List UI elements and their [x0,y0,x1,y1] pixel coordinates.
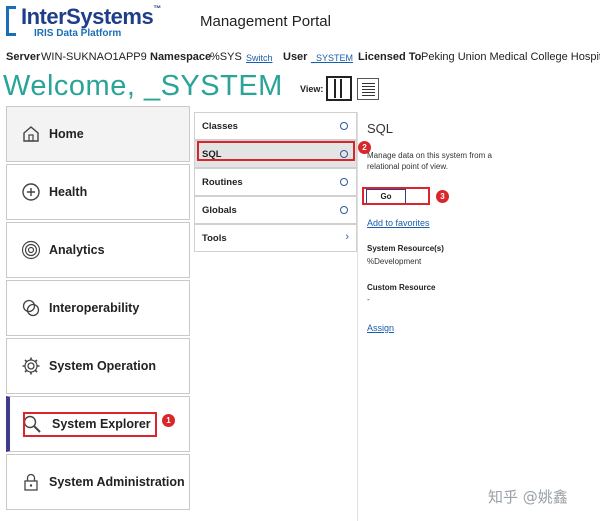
nav-label: System Administration [49,475,185,489]
namespace-label: Namespace [150,51,212,63]
nav-item-system-operation[interactable]: System Operation [6,338,190,394]
licensed-label: Licensed To [358,51,422,63]
system-resource-heading: System Resource(s) [367,244,444,253]
logo-name: InterSystems™ [21,4,161,29]
submenu-item-classes[interactable]: Classes [194,112,357,140]
detail-pane: SQL Manage data on this system from a re… [357,112,600,521]
main-nav: Home Health Analytics Interoperability S… [6,106,190,521]
annotation-badge-3: 3 [436,190,449,203]
watermark: 知乎 @姚鑫 [488,488,568,506]
custom-resource-value: - [367,295,370,304]
nav-label: Analytics [49,243,105,257]
detail-description: Manage data on this system from a relati… [367,151,492,171]
intersystems-logo[interactable]: InterSystems™ IRIS Data Platform [6,4,166,42]
annotation-box-sql [197,141,355,161]
lock-icon [24,473,38,491]
user-label: User [283,51,308,63]
submenu-item-tools[interactable]: Tools › [194,224,357,252]
detail-title: SQL [367,121,394,136]
user-link[interactable]: _SYSTEM [311,53,353,63]
nav-item-system-administration[interactable]: System Administration [6,454,190,510]
submenu-item-routines[interactable]: Routines [194,168,357,196]
custom-resource-heading: Custom Resource [367,283,436,292]
circle-icon [340,178,348,186]
nav-label: System Operation [49,359,156,373]
view-label: View: [300,84,324,94]
chevron-right-icon: › [345,231,349,243]
nav-label: Health [49,185,88,199]
submenu-item-globals[interactable]: Globals [194,196,357,224]
annotation-box-system-explorer [23,412,157,437]
nav-item-analytics[interactable]: Analytics [6,222,190,278]
nav-item-interoperability[interactable]: Interoperability [6,280,190,336]
circle-icon [340,206,348,214]
analytics-icon [21,240,41,260]
gear-icon [22,357,40,375]
add-to-favorites-link[interactable]: Add to favorites [367,218,430,228]
logo-product: IRIS Data Platform [34,28,122,39]
interoperability-icon [22,299,40,317]
submenu-label: Globals [202,205,237,216]
circle-icon [340,122,348,130]
licensed-value: Peking Union Medical College Hospital [421,51,600,63]
namespace-value: %SYS [210,51,242,63]
server-label: Server [6,51,41,63]
info-bar: Server WIN-SUKNAO1APP9 Namespace %SYS Sw… [0,46,600,68]
portal-title: Management Portal [200,13,331,30]
submenu-label: Routines [202,177,243,188]
annotation-badge-1: 1 [162,414,175,427]
assign-link[interactable]: Assign [367,323,394,333]
logo-bracket-icon [6,6,16,36]
nav-item-health[interactable]: Health [6,164,190,220]
annotation-badge-2: 2 [358,141,371,154]
home-icon [23,126,39,142]
list-view-icon[interactable] [357,78,379,100]
nav-label: Home [49,127,84,141]
nav-item-home[interactable]: Home [6,106,190,162]
switch-namespace-link[interactable]: Switch [246,53,273,63]
nav-label: Interoperability [49,301,140,315]
annotation-box-go [362,187,430,205]
submenu-label: Tools [202,233,227,244]
server-value: WIN-SUKNAO1APP9 [41,51,147,63]
submenu-label: Classes [202,121,238,132]
welcome-title: Welcome, _SYSTEM [3,70,283,102]
system-resource-value: %Development [367,257,422,266]
health-icon [22,183,40,201]
columns-view-icon[interactable] [326,76,352,101]
header: InterSystems™ IRIS Data Platform Managem… [0,0,600,46]
